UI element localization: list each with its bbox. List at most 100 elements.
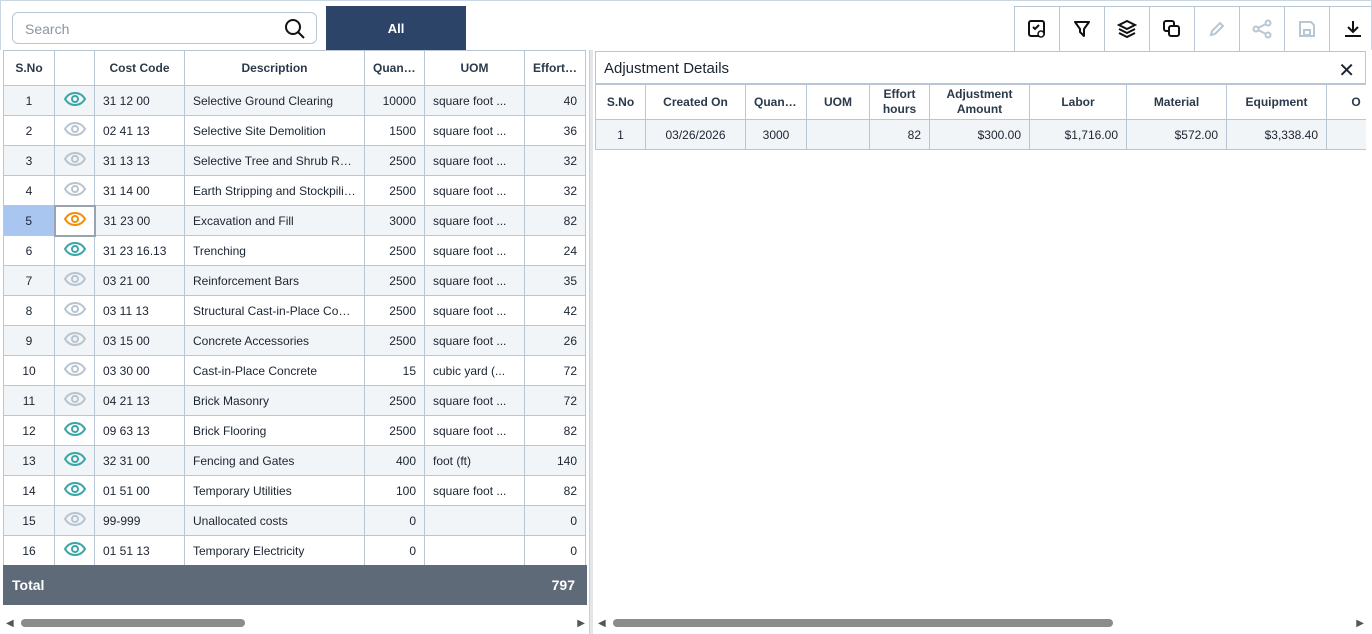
uom: foot (ft) xyxy=(424,445,525,476)
edit-button[interactable] xyxy=(1195,7,1240,51)
effort-hours: 72 xyxy=(524,355,586,386)
cost-code: 32 31 00 xyxy=(94,445,185,476)
table-row[interactable]: 10 03 30 00 Cast-in-Place Concrete 15 cu… xyxy=(3,355,586,386)
column-header[interactable]: UOM xyxy=(806,84,870,120)
view-adjustments-button[interactable] xyxy=(54,295,95,326)
view-adjustments-button[interactable] xyxy=(54,325,95,356)
row-number: 10 xyxy=(3,355,55,386)
view-adjustments-button[interactable] xyxy=(54,115,95,146)
uom xyxy=(424,535,525,566)
column-header[interactable]: S.No xyxy=(3,50,55,86)
row-number: 14 xyxy=(3,475,55,506)
layers-button[interactable] xyxy=(1105,7,1150,51)
scroll-right-arrow[interactable]: ▶ xyxy=(577,618,585,629)
table-row[interactable]: 1 03/26/2026 3000 82 $300.00 $1,716.00 $572.00… xyxy=(595,119,1366,150)
table-row[interactable]: 11 04 21 13 Brick Masonry 2500 square fo… xyxy=(3,385,586,416)
search-placeholder: Search xyxy=(25,21,70,37)
column-header[interactable]: Cost Code xyxy=(94,50,185,86)
table-row[interactable]: 3 31 13 13 Selective Tree and Shrub Rem.… xyxy=(3,145,586,176)
table-row[interactable]: 8 03 11 13 Structural Cast-in-Place Conc… xyxy=(3,295,586,326)
filter-button[interactable] xyxy=(1060,7,1105,51)
column-header[interactable]: Quantity xyxy=(364,50,425,86)
column-header[interactable]: UOM xyxy=(424,50,525,86)
view-adjustments-button[interactable] xyxy=(53,204,96,237)
column-header[interactable]: O xyxy=(1326,84,1366,120)
effort-hours: 82 xyxy=(524,415,586,446)
view-adjustments-button[interactable] xyxy=(54,445,95,476)
uom: square foot ... xyxy=(424,85,525,116)
scroll-left-arrow[interactable]: ◀ xyxy=(598,618,606,629)
column-header[interactable]: S.No xyxy=(595,84,646,120)
scroll-right-arrow[interactable]: ▶ xyxy=(1356,618,1364,629)
table-row[interactable]: 9 03 15 00 Concrete Accessories 2500 squ… xyxy=(3,325,586,356)
copy-icon xyxy=(1163,20,1180,37)
quantity: 2500 xyxy=(364,295,425,326)
scroll-left-arrow[interactable]: ◀ xyxy=(6,618,14,629)
column-header[interactable]: Effort hours xyxy=(869,84,930,120)
description: Temporary Electricity xyxy=(184,535,365,566)
column-header[interactable]: Material xyxy=(1126,84,1227,120)
table-row[interactable]: 7 03 21 00 Reinforcement Bars 2500 squar… xyxy=(3,265,586,296)
column-header[interactable]: Labor xyxy=(1029,84,1127,120)
filter-all-button[interactable]: All xyxy=(326,6,466,50)
view-adjustments-button[interactable] xyxy=(54,175,95,206)
table-row[interactable]: 1 31 12 00 Selective Ground Clearing 100… xyxy=(3,85,586,116)
view-adjustments-button[interactable] xyxy=(54,265,95,296)
effort-hours: 72 xyxy=(524,385,586,416)
view-adjustments-button[interactable] xyxy=(54,235,95,266)
quantity: 2500 xyxy=(364,175,425,206)
row-number: 6 xyxy=(3,235,55,266)
share-button[interactable] xyxy=(1240,7,1285,51)
column-header[interactable]: Created On xyxy=(645,84,746,120)
scroll-thumb[interactable] xyxy=(613,619,1113,627)
panel-splitter[interactable] xyxy=(589,50,593,634)
table-row[interactable]: 15 99-999 Unallocated costs 0 0 xyxy=(3,505,586,536)
save-button[interactable] xyxy=(1285,7,1330,51)
cell-equipment: $3,338.40 xyxy=(1226,119,1327,150)
search-input[interactable]: Search xyxy=(12,12,317,44)
right-horizontal-scrollbar[interactable]: ◀ ▶ xyxy=(595,617,1366,629)
column-header[interactable]: Effort hours xyxy=(524,50,586,86)
table-row[interactable]: 4 31 14 00 Earth Stripping and Stockpili… xyxy=(3,175,586,206)
view-adjustments-button[interactable] xyxy=(54,385,95,416)
table-row[interactable]: 14 01 51 00 Temporary Utilities 100 squa… xyxy=(3,475,586,506)
row-number: 7 xyxy=(3,265,55,296)
view-checklist-button[interactable] xyxy=(1015,7,1060,51)
close-icon[interactable]: ✕ xyxy=(1338,58,1355,83)
table-row[interactable]: 13 32 31 00 Fencing and Gates 400 foot (… xyxy=(3,445,586,476)
search-icon[interactable] xyxy=(284,18,306,40)
table-row[interactable]: 2 02 41 13 Selective Site Demolition 150… xyxy=(3,115,586,146)
left-horizontal-scrollbar[interactable]: ◀ ▶ xyxy=(3,617,587,629)
description: Brick Flooring xyxy=(184,415,365,446)
effort-hours: 82 xyxy=(524,475,586,506)
column-header[interactable]: Equipment xyxy=(1226,84,1327,120)
column-header[interactable]: Description xyxy=(184,50,365,86)
copy-button[interactable] xyxy=(1150,7,1195,51)
table-row[interactable]: 12 09 63 13 Brick Flooring 2500 square f… xyxy=(3,415,586,446)
view-adjustments-button[interactable] xyxy=(54,85,95,116)
column-header[interactable] xyxy=(54,50,95,86)
table-row[interactable]: 5 31 23 00 Excavation and Fill 3000 squa… xyxy=(3,204,586,237)
column-header[interactable]: Quantity xyxy=(745,84,807,120)
edit-icon xyxy=(1209,21,1225,37)
table-row[interactable]: 6 31 23 16.13 Trenching 2500 square foot… xyxy=(3,235,586,266)
view-adjustments-button[interactable] xyxy=(54,475,95,506)
quantity: 2500 xyxy=(364,385,425,416)
scroll-thumb[interactable] xyxy=(21,619,245,627)
view-adjustments-button[interactable] xyxy=(54,505,95,536)
view-adjustments-button[interactable] xyxy=(54,415,95,446)
eye-icon xyxy=(63,541,86,557)
download-button[interactable] xyxy=(1330,7,1372,51)
column-header[interactable]: Adjustment Amount xyxy=(929,84,1030,120)
cell-hours: 82 xyxy=(869,119,930,150)
description: Temporary Utilities xyxy=(184,475,365,506)
table-row[interactable]: 16 01 51 13 Temporary Electricity 0 0 xyxy=(3,535,586,566)
view-adjustments-button[interactable] xyxy=(54,355,95,386)
effort-hours: 36 xyxy=(524,115,586,146)
cell-adj: $300.00 xyxy=(929,119,1030,150)
total-row: Total 797 xyxy=(3,565,587,605)
view-adjustments-button[interactable] xyxy=(54,145,95,176)
quantity: 1500 xyxy=(364,115,425,146)
view-adjustments-button[interactable] xyxy=(54,535,95,566)
row-number: 1 xyxy=(3,85,55,116)
